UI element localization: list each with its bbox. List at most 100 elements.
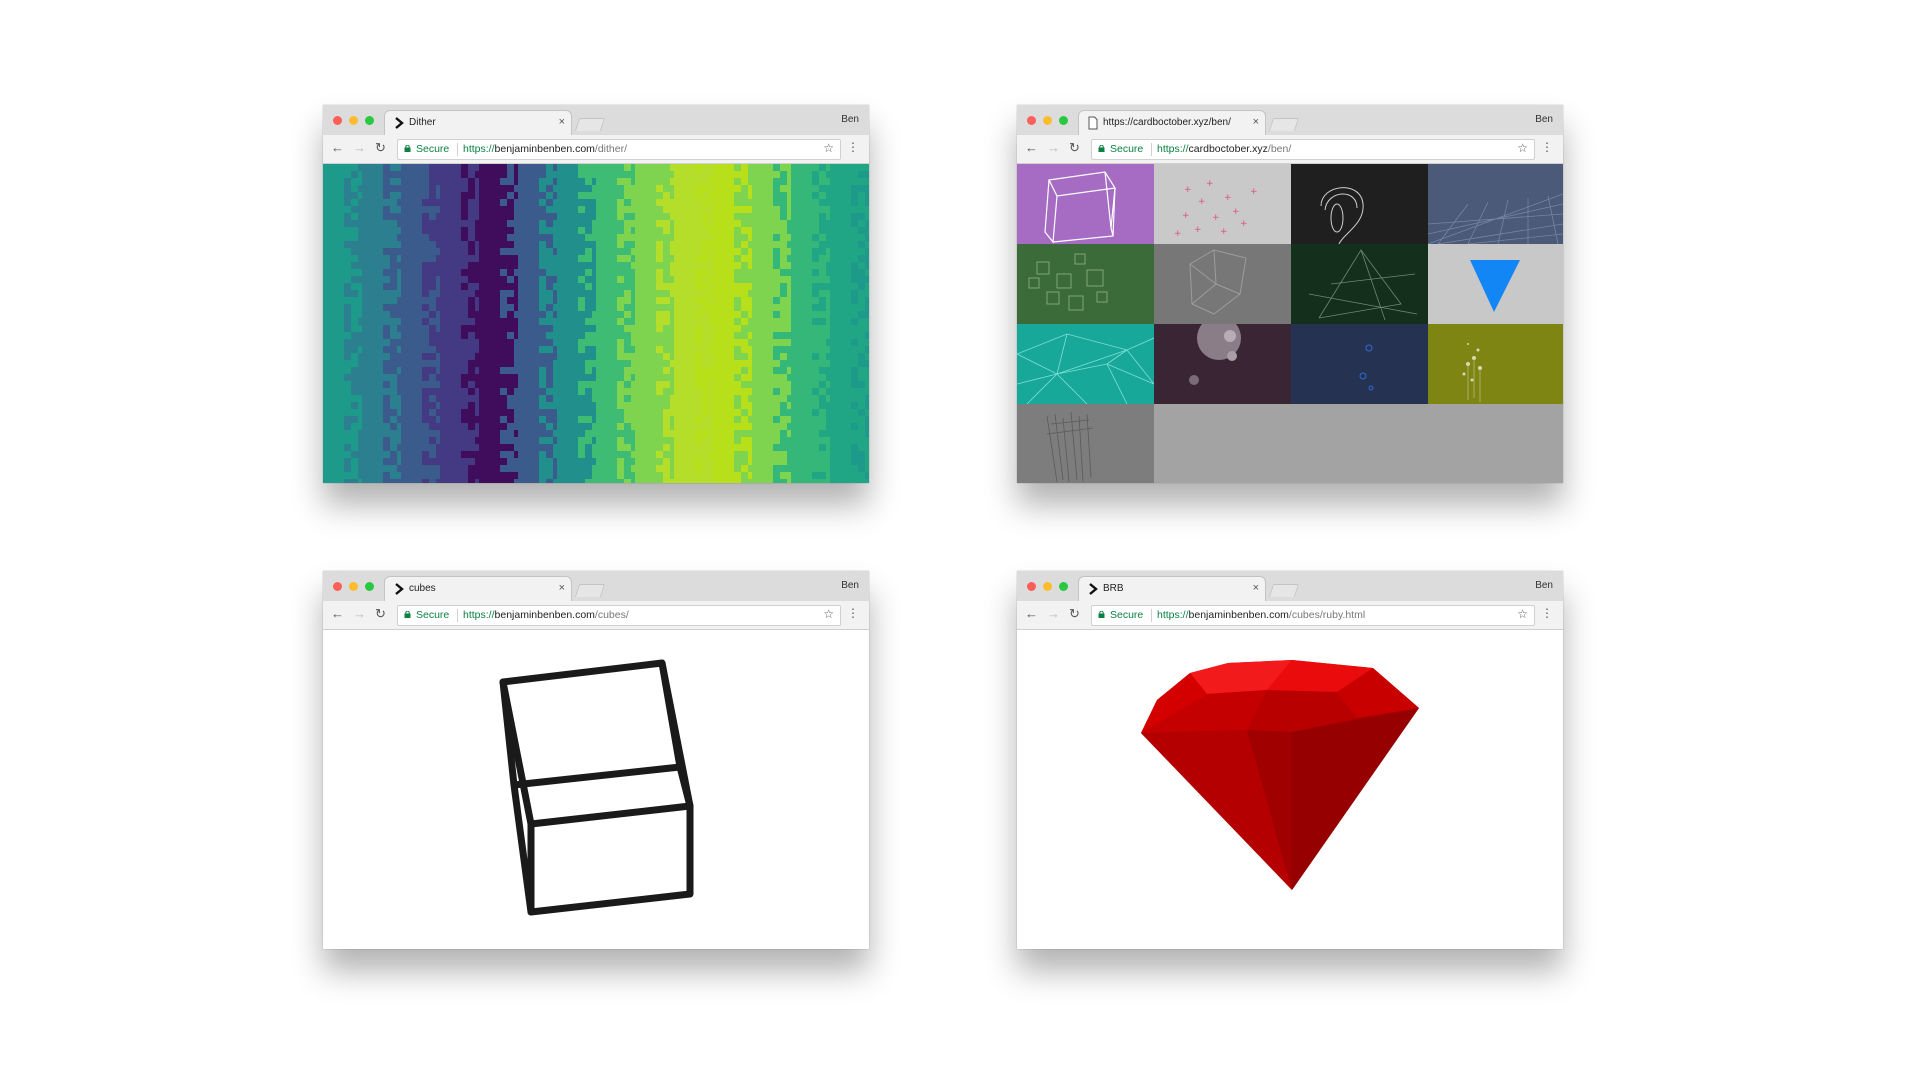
minimize-window-button[interactable]: [349, 116, 358, 125]
bookmark-star-icon[interactable]: ☆: [1517, 141, 1528, 155]
tab-close-icon[interactable]: ×: [1253, 582, 1259, 594]
profile-name[interactable]: Ben: [1535, 580, 1553, 591]
url-host: cardboctober.xyz: [1188, 143, 1268, 155]
browser-window-cubes: cubes × Ben ← → ↻ Secure https://benjami…: [323, 571, 869, 949]
back-arrow-icon[interactable]: ←: [331, 607, 344, 621]
close-window-button[interactable]: [1027, 116, 1036, 125]
browser-window-dither: Dither × Ben ← → ↻ Secure https://benjam…: [323, 105, 869, 483]
tab-title: BRB: [1103, 583, 1124, 594]
terminal-prompt-icon: [395, 583, 404, 595]
url-host: benjaminbenben.com: [494, 609, 595, 621]
profile-name[interactable]: Ben: [1535, 114, 1553, 125]
reload-icon[interactable]: ↻: [375, 607, 386, 621]
browser-tab[interactable]: cubes ×: [385, 577, 571, 601]
menu-dots-icon[interactable]: ⋮: [1541, 140, 1553, 154]
card-tile-grey-strands[interactable]: [1017, 404, 1154, 483]
minimize-window-button[interactable]: [1043, 116, 1052, 125]
new-tab-button[interactable]: [574, 118, 606, 131]
browser-tab[interactable]: https://cardboctober.xyz/ben/ ×: [1079, 111, 1265, 135]
card-tile-cube-cluster[interactable]: [1017, 244, 1154, 324]
toolbar: ← → ↻ Secure https://cardboctober.xyz/be…: [1017, 135, 1563, 164]
maximize-window-button[interactable]: [1059, 582, 1068, 591]
close-window-button[interactable]: [333, 582, 342, 591]
maximize-window-button[interactable]: [365, 582, 374, 591]
forward-arrow-icon[interactable]: →: [353, 141, 366, 155]
bookmark-star-icon[interactable]: ☆: [1517, 607, 1528, 621]
address-bar[interactable]: Secure https://benjaminbenben.com/dither…: [397, 139, 841, 160]
maximize-window-button[interactable]: [1059, 116, 1068, 125]
back-arrow-icon[interactable]: ←: [1025, 607, 1038, 621]
url-path: /ben/: [1267, 143, 1292, 155]
svg-text:+: +: [1174, 229, 1182, 239]
tab-close-icon[interactable]: ×: [559, 582, 565, 594]
reload-icon[interactable]: ↻: [375, 141, 386, 155]
address-bar[interactable]: Secure https://benjaminbenben.com/cubes/…: [1091, 605, 1535, 626]
lock-icon: [404, 145, 411, 152]
bookmark-star-icon[interactable]: ☆: [823, 141, 834, 155]
browser-tab[interactable]: Dither ×: [385, 111, 571, 135]
tab-close-icon[interactable]: ×: [1253, 116, 1259, 128]
rings-graphic: [1320, 187, 1364, 244]
title-bar: BRB × Ben: [1017, 571, 1563, 601]
particles-graphic: +++ ++ +++ ++++: [1174, 179, 1258, 239]
profile-name[interactable]: Ben: [841, 114, 859, 125]
bookmark-star-icon[interactable]: ☆: [823, 607, 834, 621]
url-path: /dither/: [594, 143, 628, 155]
browser-tab[interactable]: BRB ×: [1079, 577, 1265, 601]
address-bar[interactable]: Secure https://cardboctober.xyz/ben/ ☆: [1091, 139, 1535, 160]
reload-icon[interactable]: ↻: [1069, 141, 1080, 155]
new-tab-button[interactable]: [1268, 118, 1300, 131]
card-tile-bubbles[interactable]: [1154, 324, 1291, 404]
svg-text:+: +: [1194, 225, 1202, 235]
card-tile-wireframe-cube[interactable]: [1017, 164, 1154, 244]
ruby-canvas[interactable]: [1017, 630, 1563, 949]
close-window-button[interactable]: [333, 116, 342, 125]
olive-particles-graphic: [1462, 343, 1482, 402]
card-tile-rings[interactable]: [1291, 164, 1428, 244]
card-tile-particles[interactable]: + + + + + + + + + + + +: [1154, 164, 1291, 244]
forward-arrow-icon[interactable]: →: [353, 607, 366, 621]
svg-text:+: +: [1206, 179, 1214, 189]
browser-window-ruby: BRB × Ben ← → ↻ Secure https://benjaminb…: [1017, 571, 1563, 949]
minimize-window-button[interactable]: [349, 582, 358, 591]
svg-text:+: +: [1250, 187, 1258, 197]
minimize-window-button[interactable]: [1043, 582, 1052, 591]
card-tile-blue-triangle[interactable]: [1428, 244, 1563, 324]
card-tile-lowpoly-object[interactable]: [1154, 244, 1291, 324]
address-bar[interactable]: Secure https://benjaminbenben.com/cubes/…: [397, 605, 841, 626]
lowpoly-object-graphic: [1189, 249, 1247, 315]
dither-canvas[interactable]: [323, 164, 869, 483]
menu-dots-icon[interactable]: ⋮: [847, 140, 859, 154]
terminal-prompt-icon: [395, 117, 404, 129]
back-arrow-icon[interactable]: ←: [1025, 141, 1038, 155]
reload-icon[interactable]: ↻: [1069, 607, 1080, 621]
card-tile-lines[interactable]: [1291, 244, 1428, 324]
close-window-button[interactable]: [1027, 582, 1036, 591]
new-tab-button[interactable]: [574, 584, 606, 597]
forward-arrow-icon[interactable]: →: [1047, 607, 1060, 621]
svg-text:+: +: [1198, 197, 1206, 207]
new-tab-button[interactable]: [1268, 584, 1300, 597]
lines-graphic: [1308, 249, 1418, 321]
maximize-window-button[interactable]: [365, 116, 374, 125]
card-tile-olive-particles[interactable]: [1428, 324, 1563, 404]
menu-dots-icon[interactable]: ⋮: [847, 606, 859, 620]
url-scheme: https://: [463, 143, 495, 155]
forward-arrow-icon[interactable]: →: [1047, 141, 1060, 155]
tab-title: https://cardboctober.xyz/ben/: [1103, 117, 1231, 128]
lock-icon: [1098, 611, 1105, 618]
card-tile-grid-plane[interactable]: [1428, 164, 1563, 244]
tab-close-icon[interactable]: ×: [559, 116, 565, 128]
url-path: /cubes/ruby.html: [1288, 609, 1366, 621]
svg-text:+: +: [1212, 213, 1220, 223]
omnibox-divider: [1151, 609, 1152, 622]
grey-strands-graphic: [1046, 411, 1094, 483]
card-tile-teal-mesh[interactable]: [1017, 324, 1154, 404]
menu-dots-icon[interactable]: ⋮: [1541, 606, 1553, 620]
url-scheme: https://: [1157, 143, 1189, 155]
back-arrow-icon[interactable]: ←: [331, 141, 344, 155]
profile-name[interactable]: Ben: [841, 580, 859, 591]
url-text: https://benjaminbenben.com/dither/: [463, 143, 627, 155]
cube-canvas[interactable]: [323, 630, 869, 949]
card-tile-navy-rings[interactable]: [1291, 324, 1428, 404]
